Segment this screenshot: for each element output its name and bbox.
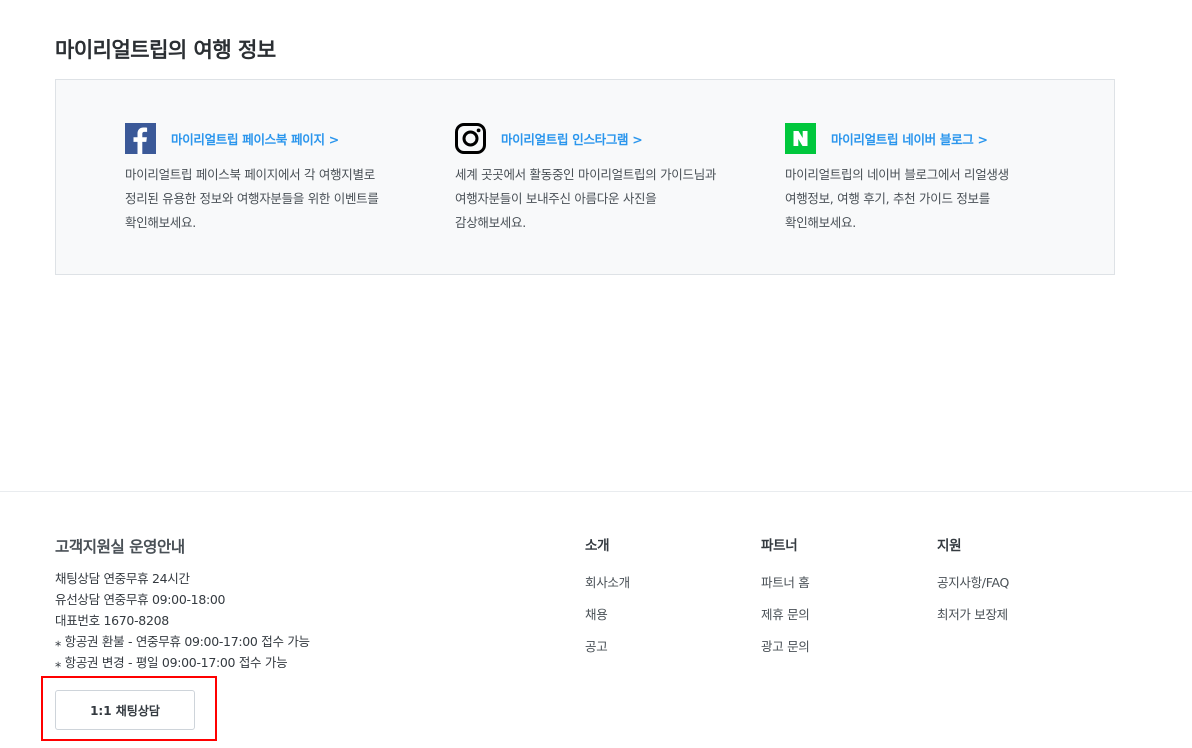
instagram-channel-header: 마이리얼트립 인스타그램 > (455, 122, 720, 154)
chat-consult-button[interactable]: 1:1 채팅상담 (55, 690, 195, 730)
travel-info-box: 마이리얼트립 페이스북 페이지 > 마이리얼트립 페이스북 페이지에서 각 여행… (55, 79, 1115, 275)
footer-column-title: 지원 (937, 538, 962, 554)
footer-link-partner-home[interactable]: 파트너 홈 (761, 575, 810, 590)
footer-link-ads[interactable]: 광고 문의 (761, 639, 810, 654)
naver-icon[interactable] (785, 122, 816, 154)
footer-link-item: 회사소개 (585, 572, 630, 604)
support-hours-list: 채팅상담 연중무휴 24시간 유선상담 연중무휴 09:00-18:00 대표번… (55, 568, 310, 673)
support-line-chat: 채팅상담 연중무휴 24시간 (55, 571, 190, 586)
footer-column-title: 소개 (585, 538, 610, 554)
footer-link-item: 공지사항/FAQ (937, 572, 1009, 604)
footer-link-careers[interactable]: 채용 (585, 607, 608, 622)
footer-link-item: 공고 (585, 636, 630, 668)
footer-link-item: 채용 (585, 604, 630, 636)
footer-link-notice[interactable]: 공고 (585, 639, 608, 654)
footer-column-support: 지원 공지사항/FAQ 최저가 보장제 (937, 534, 1009, 636)
facebook-description: 마이리얼트립 페이스북 페이지에서 각 여행지별로 정리된 유용한 정보와 여행… (125, 167, 379, 230)
facebook-page-link[interactable]: 마이리얼트립 페이스북 페이지 > (171, 129, 339, 148)
support-title: 고객지원실 운영안내 (55, 538, 185, 556)
footer-link-item: 최저가 보장제 (937, 604, 1009, 636)
footer-link-item: 광고 문의 (761, 636, 810, 668)
support-line-refund: ⁎ 항공권 환불 - 연중무휴 09:00-17:00 접수 가능 (55, 634, 310, 649)
footer-link-item: 제휴 문의 (761, 604, 810, 636)
footer-column-title: 파트너 (761, 538, 798, 554)
footer-link-company[interactable]: 회사소개 (585, 575, 630, 590)
facebook-channel: 마이리얼트립 페이스북 페이지 > 마이리얼트립 페이스북 페이지에서 각 여행… (125, 122, 390, 235)
support-line-change: ⁎ 항공권 변경 - 평일 09:00-17:00 접수 가능 (55, 655, 288, 670)
instagram-icon[interactable] (455, 122, 486, 154)
facebook-icon[interactable] (125, 122, 156, 154)
support-line-main-number: 대표번호 1670-8208 (55, 613, 169, 628)
instagram-description: 세계 곳곳에서 활동중인 마이리얼트립의 가이드님과 여행자분들이 보내주신 아… (455, 167, 717, 230)
footer-divider (0, 491, 1192, 492)
instagram-link[interactable]: 마이리얼트립 인스타그램 > (501, 129, 643, 148)
section-title: 마이리얼트립의 여행 정보 (55, 38, 276, 62)
support-line-phone: 유선상담 연중무휴 09:00-18:00 (55, 592, 226, 607)
footer-column-partner: 파트너 파트너 홈 제휴 문의 광고 문의 (761, 534, 810, 668)
footer-link-partnership[interactable]: 제휴 문의 (761, 607, 810, 622)
facebook-channel-header: 마이리얼트립 페이스북 페이지 > (125, 122, 390, 154)
footer-link-item: 파트너 홈 (761, 572, 810, 604)
naver-channel-header: 마이리얼트립 네이버 블로그 > (785, 122, 1050, 154)
footer-column-about: 소개 회사소개 채용 공고 (585, 534, 630, 668)
naver-blog-link[interactable]: 마이리얼트립 네이버 블로그 > (831, 129, 988, 148)
footer-link-lowest-price[interactable]: 최저가 보장제 (937, 607, 1008, 622)
footer-link-faq[interactable]: 공지사항/FAQ (937, 575, 1009, 590)
instagram-channel: 마이리얼트립 인스타그램 > 세계 곳곳에서 활동중인 마이리얼트립의 가이드님… (455, 122, 720, 235)
naver-description: 마이리얼트립의 네이버 블로그에서 리얼생생 여행정보, 여행 후기, 추천 가… (785, 167, 1009, 230)
naver-channel: 마이리얼트립 네이버 블로그 > 마이리얼트립의 네이버 블로그에서 리얼생생 … (785, 122, 1050, 235)
